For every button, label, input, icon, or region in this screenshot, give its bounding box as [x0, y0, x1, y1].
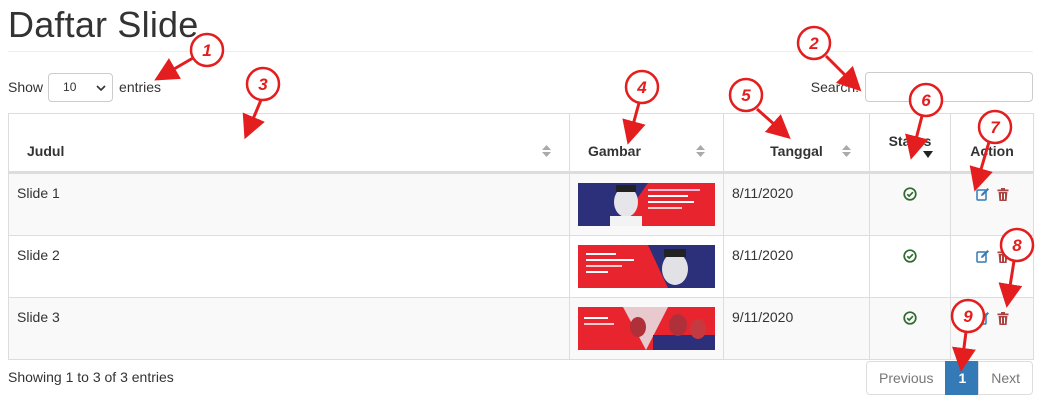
trash-icon[interactable] [997, 249, 1009, 263]
table-row: Slide 3 9/11/2020 [8, 297, 1034, 360]
column-header-action: Action [950, 113, 1034, 174]
annotation-marker-4 [624, 69, 660, 105]
cell-tanggal: 8/11/2020 [723, 172, 870, 236]
show-label: Show [8, 79, 44, 95]
table-header-row: Judul Gambar Tanggal Status Action [8, 113, 1034, 174]
annotation-label: 5 [741, 86, 751, 105]
slide-thumbnail [578, 307, 715, 350]
sort-icon [696, 145, 705, 157]
trash-icon[interactable] [997, 311, 1009, 325]
column-label: Tanggal [770, 143, 823, 159]
annotation-label: 3 [258, 75, 268, 94]
cell-action [950, 172, 1034, 236]
cell-tanggal: 8/11/2020 [723, 235, 870, 298]
cell-gambar [569, 235, 724, 298]
cell-judul: Slide 1 [8, 172, 570, 236]
sort-icon [842, 145, 851, 157]
cell-status [869, 297, 951, 360]
sort-desc-icon [923, 151, 933, 158]
check-circle-icon [903, 187, 917, 201]
entries-length-control: Show 10 entries [8, 72, 161, 102]
edit-icon[interactable] [975, 187, 990, 201]
check-circle-icon [903, 311, 917, 325]
cell-gambar [569, 297, 724, 360]
slide-thumbnail [578, 183, 715, 226]
cell-action [950, 297, 1034, 360]
edit-icon[interactable] [975, 311, 990, 325]
cell-tanggal: 9/11/2020 [723, 297, 870, 360]
table-row: Slide 2 8/11/2020 [8, 235, 1034, 298]
check-circle-icon [903, 249, 917, 263]
search-control: Search: [811, 72, 1033, 102]
cell-gambar [569, 172, 724, 236]
column-header-tanggal[interactable]: Tanggal [723, 113, 870, 174]
trash-icon[interactable] [997, 187, 1009, 201]
column-label: Judul [27, 143, 65, 159]
cell-judul: Slide 3 [8, 297, 570, 360]
table-info: Showing 1 to 3 of 3 entries [8, 369, 174, 385]
pagination-previous[interactable]: Previous [866, 361, 947, 395]
pagination-next[interactable]: Next [978, 361, 1034, 395]
annotation-marker-5 [728, 77, 764, 113]
column-header-status[interactable]: Status [869, 113, 951, 174]
title-divider [8, 51, 1033, 52]
column-label: Gambar [588, 143, 641, 159]
entries-per-page-select[interactable]: 10 [48, 72, 114, 102]
annotation-marker-2 [796, 25, 832, 61]
search-label: Search: [810, 79, 859, 95]
page-title: Daftar Slide [8, 4, 199, 45]
cell-status [869, 172, 951, 236]
sort-icon [542, 145, 551, 157]
entries-label: entries [119, 79, 162, 95]
search-input[interactable] [865, 72, 1033, 102]
chevron-down-icon [96, 84, 106, 91]
entries-select-value: 10 [63, 80, 77, 94]
column-label: Status [888, 133, 932, 149]
cell-action [950, 235, 1034, 298]
slide-thumbnail [578, 245, 715, 288]
annotation-marker-3 [245, 66, 281, 102]
column-header-gambar[interactable]: Gambar [569, 113, 724, 174]
cell-status [869, 235, 951, 298]
pagination-page-current[interactable]: 1 [945, 361, 980, 395]
edit-icon[interactable] [975, 249, 990, 263]
cell-judul: Slide 2 [8, 235, 570, 298]
column-label: Action [970, 143, 1014, 159]
column-header-judul[interactable]: Judul [8, 113, 570, 174]
table-row: Slide 1 8/11/2020 [8, 172, 1034, 236]
pagination: Previous 1 Next [866, 361, 1034, 395]
slide-table: Judul Gambar Tanggal Status Action Slide… [8, 113, 1034, 360]
annotation-label: 4 [636, 78, 647, 97]
